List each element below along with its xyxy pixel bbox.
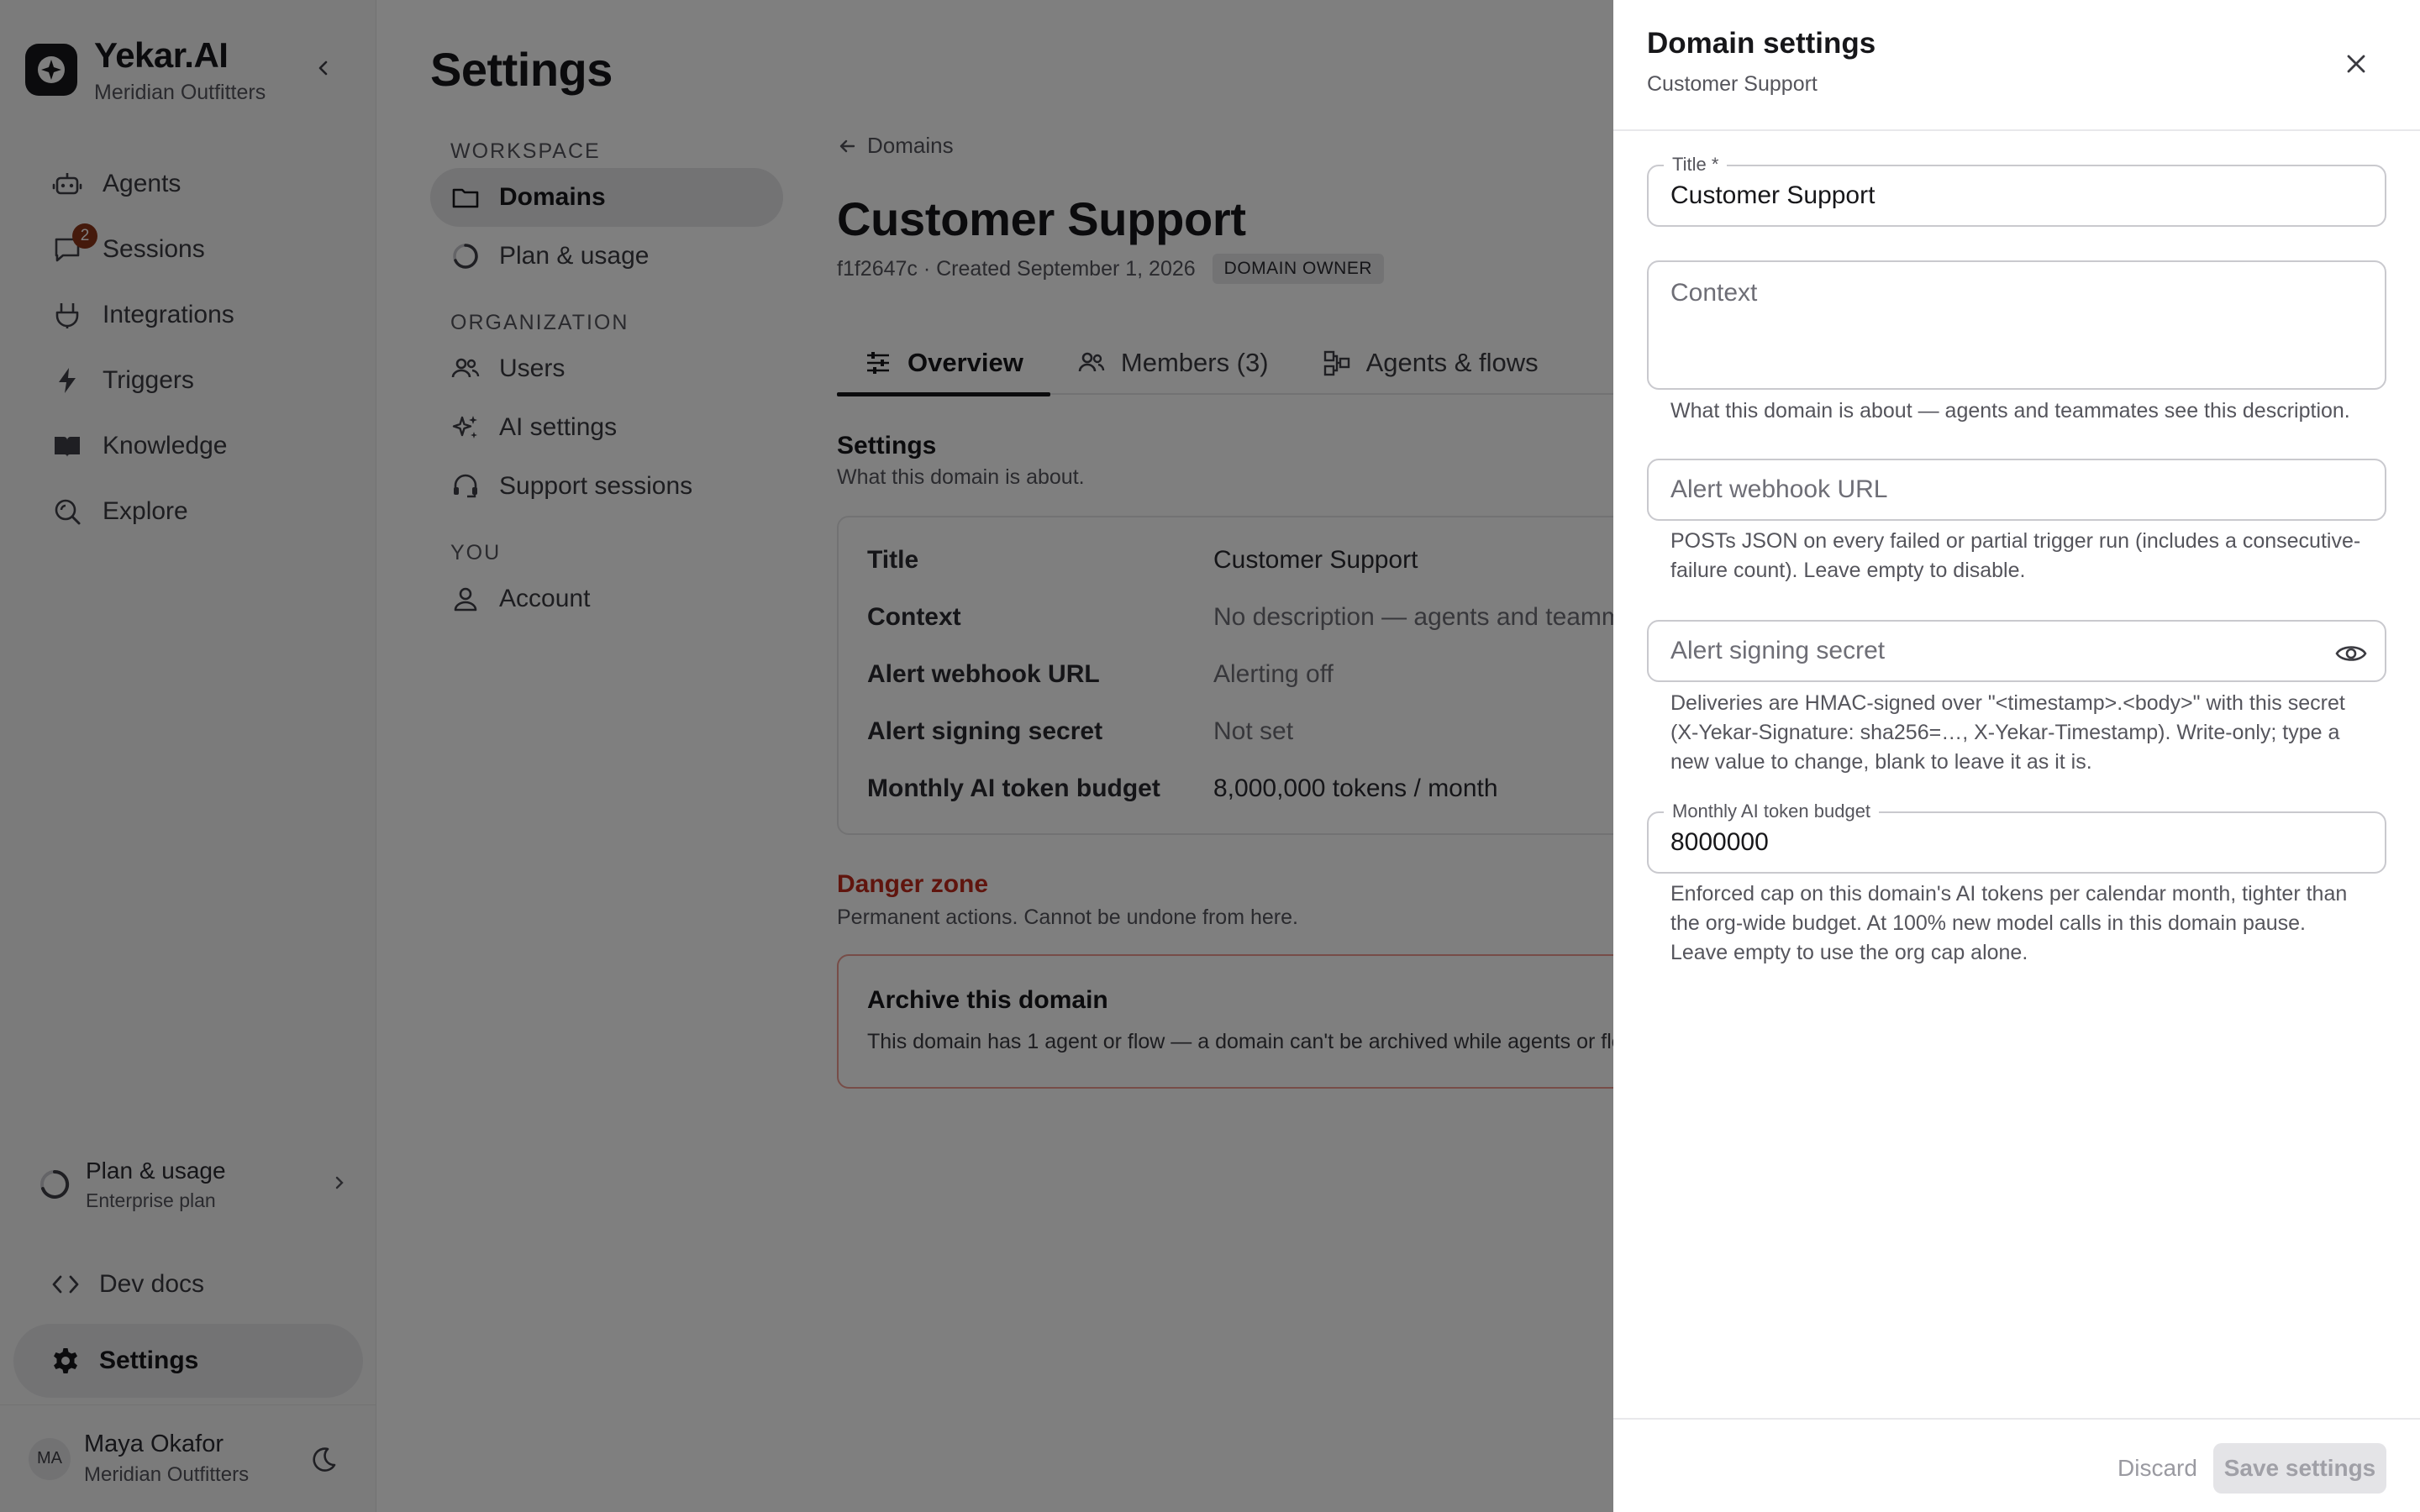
webhook-helper: POSTs JSON on every failed or partial tr…	[1670, 529, 2361, 582]
modal-backdrop[interactable]	[0, 0, 1613, 1512]
title-input[interactable]	[1649, 166, 2385, 225]
drawer-title: Domain settings	[1647, 27, 1876, 60]
close-icon[interactable]	[2339, 47, 2373, 81]
drawer-header: Domain settings Customer Support	[1613, 0, 2420, 131]
domain-settings-drawer: Domain settings Customer Support Title *…	[1613, 0, 2420, 1512]
budget-helper: Enforced cap on this domain's AI tokens …	[1670, 882, 2348, 964]
budget-field: Monthly AI token budget	[1647, 801, 2386, 874]
eye-icon[interactable]	[2334, 638, 2368, 669]
context-input[interactable]	[1649, 262, 2385, 388]
drawer-subtitle: Customer Support	[1647, 72, 1818, 96]
webhook-field	[1647, 459, 2386, 521]
title-field-label: Title *	[1664, 154, 1728, 176]
discard-button[interactable]: Discard	[2104, 1443, 2211, 1494]
drawer-footer: Discard Save settings	[1613, 1418, 2420, 1512]
context-field	[1647, 260, 2386, 390]
signing-secret-input[interactable]	[1649, 622, 2321, 680]
save-settings-button[interactable]: Save settings	[2213, 1443, 2386, 1494]
budget-field-label: Monthly AI token budget	[1664, 801, 1880, 822]
secret-field	[1647, 620, 2386, 682]
webhook-url-input[interactable]	[1649, 460, 2385, 519]
context-helper: What this domain is about — agents and t…	[1670, 399, 2350, 423]
secret-helper: Deliveries are HMAC-signed over "<timest…	[1670, 691, 2345, 774]
title-field: Title *	[1647, 154, 2386, 227]
